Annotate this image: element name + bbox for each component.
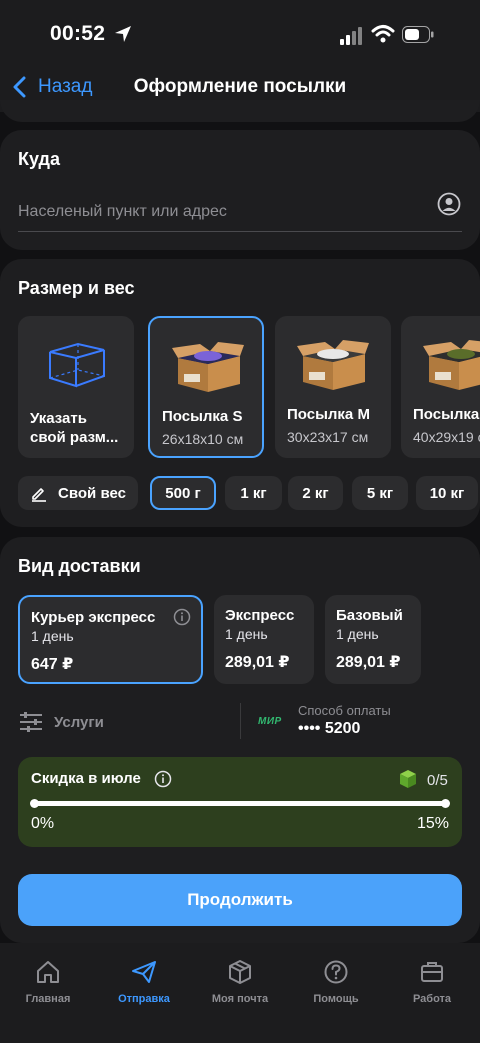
wifi-icon (371, 25, 395, 43)
box-icon (229, 960, 251, 984)
home-icon (37, 961, 59, 983)
delivery-option-price: 289,01 ₽ (225, 654, 290, 671)
promo-count: 0/5 (427, 772, 448, 789)
mir-logo: МИР (258, 716, 282, 727)
weight-chip-list: Свой вес 500 г 1 кг 2 кг 5 кг 10 кг (18, 476, 480, 510)
parcel-box-icon (423, 340, 480, 390)
briefcase-icon (421, 962, 443, 982)
delivery-section: Вид доставки Курьер экспресс 1 день 647 … (0, 537, 480, 943)
help-icon (324, 960, 348, 984)
promo-max-label: 15% (416, 815, 449, 832)
services-button[interactable]: Услуги (18, 705, 104, 739)
tab-send[interactable]: Отправка (96, 959, 192, 1005)
delivery-option-name: Экспресс (225, 607, 295, 624)
delivery-option-price: 289,01 ₽ (336, 654, 401, 671)
status-bar: 00:52 (0, 0, 480, 62)
tab-work[interactable]: Работа (384, 959, 480, 1005)
tab-my-mail-label: Моя почта (211, 993, 269, 1005)
continue-button[interactable]: Продолжить (18, 874, 462, 926)
weight-chip-500g[interactable]: 500 г (150, 476, 216, 510)
tab-send-label: Отправка (118, 993, 170, 1005)
parcel-s-name: Посылка S (162, 408, 243, 425)
parcel-s-dims: 26x18x10 см (162, 431, 244, 447)
destination-section: Куда (0, 130, 480, 250)
parcel-box-icon (172, 342, 244, 392)
progress-end-dot (441, 799, 450, 808)
tab-help-label: Помощь (313, 993, 359, 1005)
custom-size-card[interactable]: Указать свой разм... (18, 316, 134, 458)
promo-min-label: 0% (31, 815, 55, 832)
services-label: Услуги (54, 713, 104, 731)
tab-bar: Главная Отправка Моя почта Помощь Работа (0, 943, 480, 1043)
delivery-option-courier-express[interactable]: Курьер экспресс 1 день 647 ₽ (18, 595, 203, 684)
delivery-option-term: 1 день (225, 626, 268, 642)
battery-icon (402, 26, 434, 43)
custom-size-label: Указать свой разм... (30, 410, 119, 446)
weight-chip-5kg[interactable]: 5 кг (352, 476, 408, 510)
weight-chip-1kg[interactable]: 1 кг (225, 476, 282, 510)
parcel-m-name: Посылка M (287, 406, 370, 423)
screen: 00:52 Назад Оформление посылки Куда Насе… (0, 0, 480, 1043)
tab-work-label: Работа (412, 993, 452, 1005)
promo-title: Скидка в июле (31, 770, 141, 787)
delivery-option-term: 1 день (336, 626, 379, 642)
contact-icon[interactable] (437, 192, 461, 216)
parcel-box-icon (297, 340, 369, 390)
promo-progress-bar (30, 799, 450, 808)
divider (240, 703, 241, 739)
payment-method-label[interactable]: Способ оплаты (298, 703, 391, 718)
parcel-card-l[interactable]: Посылка L 40x29x19 см (401, 316, 480, 458)
cellular-signal-icon (340, 27, 362, 45)
delivery-option-basic[interactable]: Базовый 1 день 289,01 ₽ (325, 595, 421, 684)
info-icon[interactable] (173, 608, 191, 626)
size-weight-title: Размер и вес (18, 278, 135, 298)
weight-chip-10kg[interactable]: 10 кг (416, 476, 478, 510)
delivery-option-price: 647 ₽ (31, 656, 74, 673)
delivery-option-term: 1 день (31, 628, 74, 644)
location-arrow-icon (115, 26, 131, 42)
page-title: Оформление посылки (133, 76, 347, 97)
delivery-option-express[interactable]: Экспресс 1 день 289,01 ₽ (214, 595, 314, 684)
previous-section-edge (0, 100, 480, 122)
info-icon[interactable] (154, 770, 172, 788)
delivery-option-name: Базовый (336, 607, 403, 624)
tab-help[interactable]: Помощь (288, 959, 384, 1005)
pencil-icon (32, 488, 47, 502)
send-icon (132, 961, 156, 983)
custom-weight-label: Свой вес (58, 484, 126, 502)
parcel-card-m[interactable]: Посылка M 30x23x17 см (275, 316, 391, 458)
status-time: 00:52 (50, 22, 106, 45)
tab-home[interactable]: Главная (0, 959, 96, 1005)
destination-title: Куда (18, 149, 60, 169)
delivery-title: Вид доставки (18, 556, 141, 576)
parcel-l-dims: 40x29x19 см (413, 429, 480, 445)
custom-box-outline-icon (49, 342, 105, 388)
parcel-card-s[interactable]: Посылка S 26x18x10 см (148, 316, 264, 458)
parcel-l-name: Посылка L (413, 406, 480, 423)
parcel-size-list: Указать свой разм... Посылка S 26x18x10 … (18, 316, 480, 458)
parcel-m-dims: 30x23x17 см (287, 429, 369, 445)
sliders-icon (20, 712, 42, 732)
tab-home-label: Главная (25, 993, 71, 1005)
custom-weight-chip[interactable]: Свой вес (18, 476, 138, 510)
delivery-option-name: Курьер экспресс (31, 609, 156, 626)
promo-discount-card: Скидка в июле 0/5 0% 15% (18, 757, 462, 847)
weight-chip-2kg[interactable]: 2 кг (288, 476, 343, 510)
payment-card-number[interactable]: •••• 5200 (298, 720, 360, 738)
size-weight-section: Размер и вес Указать свой разм... Посылк… (0, 259, 480, 527)
address-input[interactable] (18, 192, 462, 232)
tab-my-mail[interactable]: Моя почта (192, 959, 288, 1005)
progress-start-dot (30, 799, 39, 808)
cube-icon (400, 770, 416, 788)
